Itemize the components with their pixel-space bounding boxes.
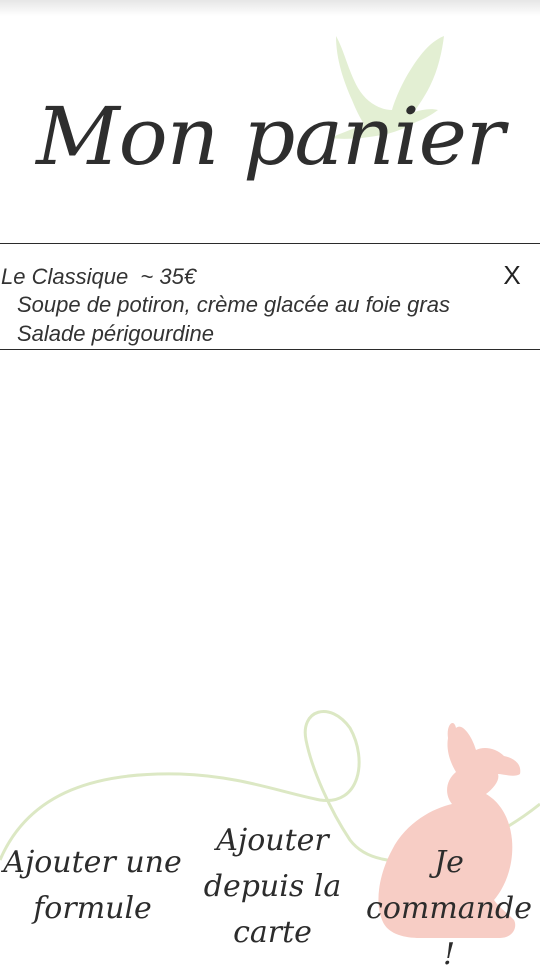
cart-item-detail: Salade périgourdine bbox=[17, 321, 214, 346]
header: Mon panier bbox=[0, 0, 540, 243]
divider-bottom bbox=[0, 349, 540, 350]
add-formule-button[interactable]: Ajouter une formule bbox=[0, 840, 185, 932]
add-from-menu-button[interactable]: Ajouter depuis la carte bbox=[200, 818, 345, 956]
cart-item-name: Le Classique ~ 35€ bbox=[1, 264, 197, 289]
cart-item: Le Classique ~ 35€ Soupe de potiron, crè… bbox=[0, 244, 540, 349]
cart-item-detail: Soupe de potiron, crème glacée au foie g… bbox=[17, 292, 450, 317]
page-title: Mon panier bbox=[36, 90, 505, 183]
order-button[interactable]: Je commande ! bbox=[360, 840, 538, 978]
remove-item-button[interactable]: X bbox=[501, 260, 523, 290]
